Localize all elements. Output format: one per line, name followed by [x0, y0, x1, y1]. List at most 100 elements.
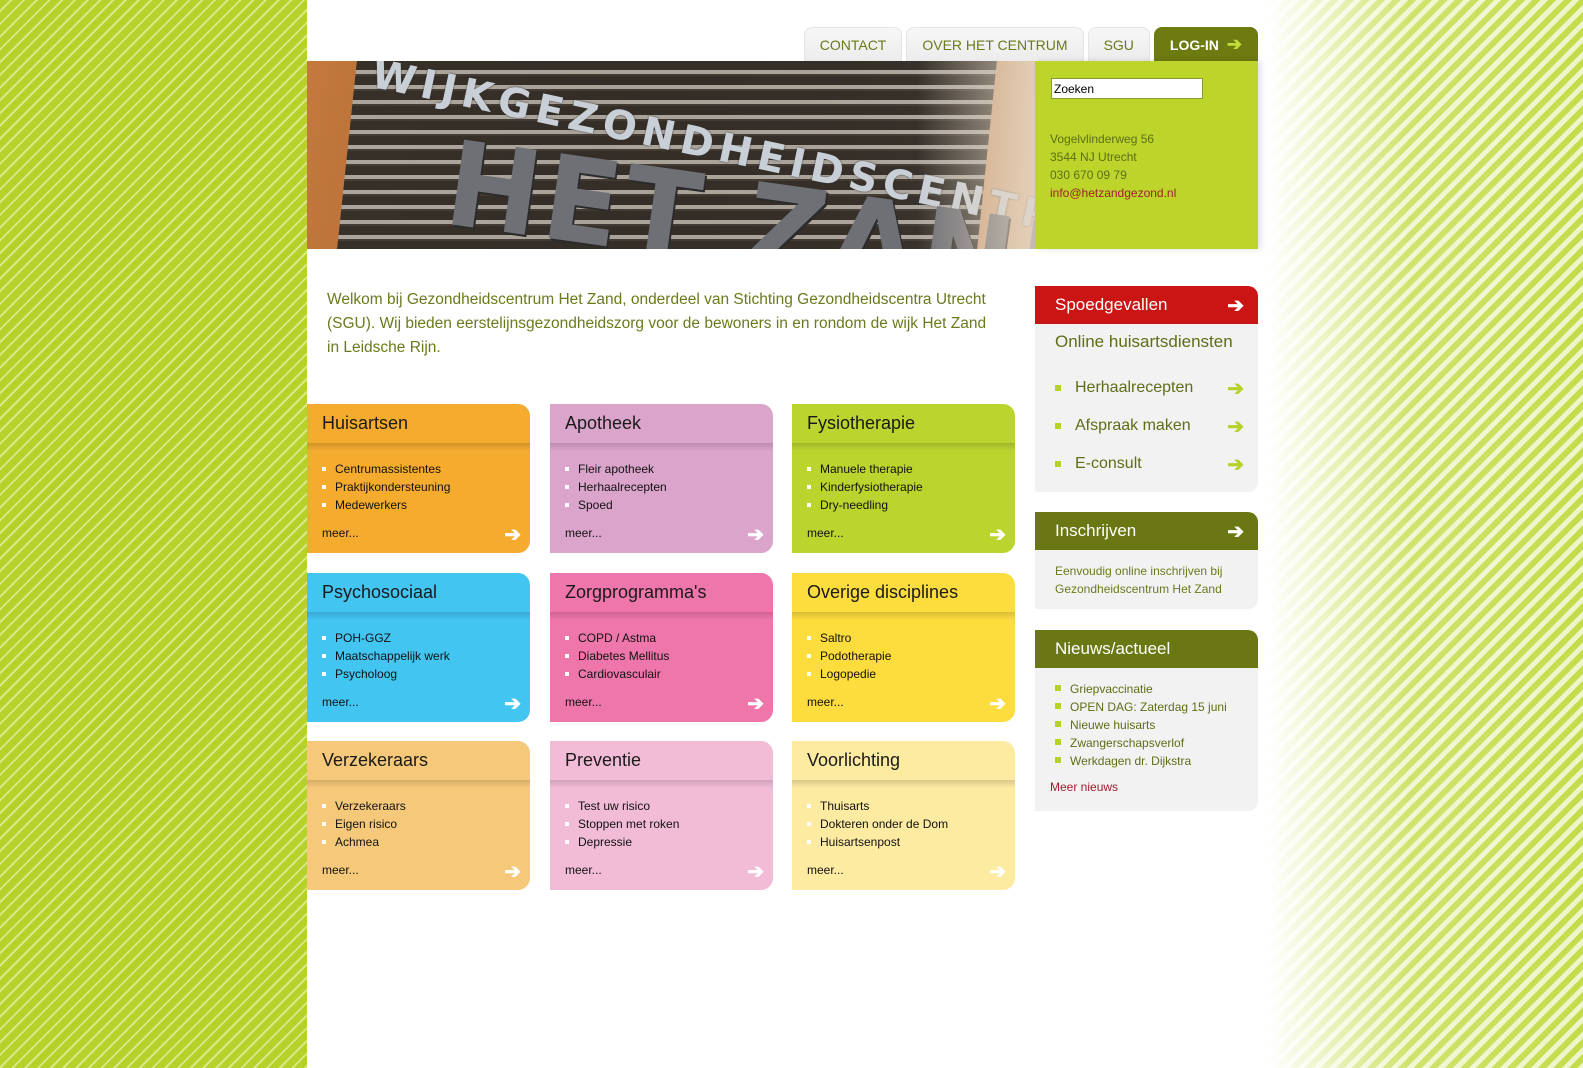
- nieuws-body: Griepvaccinatie OPEN DAG: Zaterdag 15 ju…: [1035, 668, 1258, 811]
- arrow-right-icon: ➔: [504, 693, 521, 715]
- meer-link[interactable]: meer...: [807, 863, 844, 877]
- tile-title: Apotheek: [550, 404, 773, 451]
- login-button[interactable]: LOG-IN ➔: [1153, 27, 1258, 61]
- meer-link[interactable]: meer...: [322, 526, 359, 540]
- tile-list-item[interactable]: Kinderfysiotherapie: [807, 478, 1015, 496]
- arrow-right-icon: ➔: [504, 524, 521, 546]
- nav-tab-sgu[interactable]: SGU: [1087, 27, 1150, 61]
- address-lines: Vogelvlinderweg 56 3544 NJ Utrecht 030 6…: [1050, 130, 1176, 202]
- meer-link[interactable]: meer...: [807, 695, 844, 709]
- email-link[interactable]: info@hetzandgezond.nl: [1050, 186, 1176, 200]
- tile-list: COPD / Astma Diabetes Mellitus Cardiovascu…: [565, 629, 773, 683]
- tile-list-item[interactable]: Maatschappelijk werk: [322, 647, 530, 665]
- tile-list-item[interactable]: Eigen risico: [322, 815, 530, 833]
- nieuws-item[interactable]: Nieuwe huisarts: [1050, 716, 1243, 734]
- top-navigation: CONTACT OVER HET CENTRUM SGU LOG-IN ➔: [800, 27, 1258, 61]
- online-services-panel: Online huisartsdiensten Herhaalrecepten …: [1035, 324, 1258, 492]
- tile-list-item[interactable]: Dokteren onder de Dom: [807, 815, 1015, 833]
- inschrijven-label: Inschrijven: [1055, 521, 1137, 540]
- tile-list: Test uw risico Stoppen met roken Depressie: [565, 797, 773, 851]
- tile-list-item[interactable]: Logopedie: [807, 665, 1015, 683]
- banner-fade: [917, 61, 1035, 249]
- tile-list-item[interactable]: Test uw risico: [565, 797, 773, 815]
- meer-link[interactable]: meer...: [322, 695, 359, 709]
- meer-link[interactable]: meer...: [322, 863, 359, 877]
- arrow-right-icon: ➔: [1227, 294, 1244, 317]
- bullet-square-icon: [1055, 461, 1061, 467]
- tile-list-item[interactable]: Centrumassistentes: [322, 460, 530, 478]
- spoedgevallen-button[interactable]: Spoedgevallen ➔: [1035, 286, 1258, 324]
- nav-tab-over-het-centrum[interactable]: OVER HET CENTRUM: [906, 27, 1084, 61]
- tile-list-item[interactable]: Saltro: [807, 629, 1015, 647]
- tile-list-item[interactable]: COPD / Astma: [565, 629, 773, 647]
- inschrijven-button[interactable]: Inschrijven ➔: [1035, 512, 1258, 550]
- arrow-right-icon: ➔: [989, 524, 1006, 546]
- tile-fysiotherapie[interactable]: Fysiotherapie Manuele therapie Kinderfysio…: [792, 404, 1015, 553]
- meer-link[interactable]: meer...: [565, 695, 602, 709]
- tile-list-item[interactable]: Spoed: [565, 496, 773, 514]
- tile-title: Fysiotherapie: [792, 404, 1015, 451]
- meer-link[interactable]: meer...: [807, 526, 844, 540]
- tile-title: Overige disciplines: [792, 573, 1015, 620]
- tile-list-item[interactable]: Psycholoog: [322, 665, 530, 683]
- tile-list-item[interactable]: Praktijkondersteuning: [322, 478, 530, 496]
- page-container: CONTACT OVER HET CENTRUM SGU LOG-IN ➔ WI…: [307, 0, 1268, 1068]
- tile-list: Centrumassistentes Praktijkondersteuning M…: [322, 460, 530, 514]
- tile-list-item[interactable]: Herhaalrecepten: [565, 478, 773, 496]
- tile-preventie[interactable]: Preventie Test uw risico Stoppen met roken…: [550, 741, 773, 890]
- tile-list: Saltro Podotherapie Logopedie: [807, 629, 1015, 683]
- tile-list-item[interactable]: Verzekeraars: [322, 797, 530, 815]
- tile-list-item[interactable]: Stoppen met roken: [565, 815, 773, 833]
- online-item-e-consult[interactable]: E-consult ➔: [1035, 445, 1258, 483]
- online-item-herhaalrecepten[interactable]: Herhaalrecepten ➔: [1035, 369, 1258, 407]
- online-item-label: Herhaalrecepten: [1075, 379, 1194, 396]
- login-label: LOG-IN: [1169, 36, 1219, 53]
- tile-list-item[interactable]: Thuisarts: [807, 797, 1015, 815]
- tile-voorlichting[interactable]: Voorlichting Thuisarts Dokteren onder de D…: [792, 741, 1015, 890]
- tile-title: Psychosociaal: [307, 573, 530, 620]
- nieuws-item[interactable]: OPEN DAG: Zaterdag 15 juni: [1050, 698, 1243, 716]
- tile-list: Fleir apotheek Herhaalrecepten Spoed: [565, 460, 773, 514]
- nieuws-item[interactable]: Zwangerschapsverlof: [1050, 734, 1243, 752]
- tile-list-item[interactable]: Depressie: [565, 833, 773, 851]
- tile-list-item[interactable]: Dry-needling: [807, 496, 1015, 514]
- nieuws-panel: Nieuws/actueel Griepvaccinatie OPEN DAG:…: [1035, 630, 1258, 811]
- tile-psychosociaal[interactable]: Psychosociaal POH-GGZ Maatschappelijk werk…: [307, 573, 530, 722]
- tile-list-item[interactable]: Fleir apotheek: [565, 460, 773, 478]
- tile-list: Verzekeraars Eigen risico Achmea: [322, 797, 530, 851]
- meer-link[interactable]: meer...: [565, 863, 602, 877]
- arrow-right-icon: ➔: [1227, 415, 1244, 438]
- meer-nieuws-link[interactable]: Meer nieuws: [1050, 780, 1243, 794]
- intro-text: Welkom bij Gezondheidscentrum Het Zand, …: [327, 291, 987, 356]
- arrow-right-icon: ➔: [1227, 453, 1244, 476]
- tile-list-item[interactable]: Podotherapie: [807, 647, 1015, 665]
- tile-list-item[interactable]: Diabetes Mellitus: [565, 647, 773, 665]
- nav-tab-contact[interactable]: CONTACT: [803, 27, 903, 61]
- tile-list-item[interactable]: Achmea: [322, 833, 530, 851]
- arrow-right-icon: ➔: [747, 861, 764, 883]
- tile-apotheek[interactable]: Apotheek Fleir apotheek Herhaalrecepten Spo…: [550, 404, 773, 553]
- search-input[interactable]: [1051, 78, 1203, 99]
- nieuws-item[interactable]: Griepvaccinatie: [1050, 680, 1243, 698]
- tile-list-item[interactable]: Medewerkers: [322, 496, 530, 514]
- nieuws-list: Griepvaccinatie OPEN DAG: Zaterdag 15 ju…: [1050, 680, 1243, 770]
- tile-zorgprogramma-s[interactable]: Zorgprogramma's COPD / Astma Diabetes Mell…: [550, 573, 773, 722]
- tile-verzekeraars[interactable]: Verzekeraars Verzekeraars Eigen risico Achm…: [307, 741, 530, 890]
- inschrijven-text: Eenvoudig online inschrijven bij Gezondh…: [1035, 550, 1258, 609]
- tile-list-item[interactable]: Manuele therapie: [807, 460, 1015, 478]
- online-item-afspraak-maken[interactable]: Afspraak maken ➔: [1035, 407, 1258, 445]
- nieuws-item[interactable]: Werkdagen dr. Dijkstra: [1050, 752, 1243, 770]
- online-item-label: Afspraak maken: [1075, 417, 1191, 434]
- inschrijven-panel: Inschrijven ➔ Eenvoudig online inschrijv…: [1035, 512, 1258, 609]
- background-pattern-right: [1268, 0, 1583, 1068]
- tile-huisartsen[interactable]: Huisartsen Centrumassistentes Praktijkonde…: [307, 404, 530, 553]
- tile-list-item[interactable]: Huisartsenpost: [807, 833, 1015, 851]
- tile-list-item[interactable]: Cardiovasculair: [565, 665, 773, 683]
- meer-link[interactable]: meer...: [565, 526, 602, 540]
- tile-list-item[interactable]: POH-GGZ: [322, 629, 530, 647]
- tile-overige-disciplines[interactable]: Overige disciplines Saltro Podotherapie Log…: [792, 573, 1015, 722]
- nieuws-header: Nieuws/actueel: [1035, 630, 1258, 668]
- arrow-right-icon: ➔: [989, 861, 1006, 883]
- bullet-square-icon: [1055, 423, 1061, 429]
- tile-list: POH-GGZ Maatschappelijk werk Psycholoog: [322, 629, 530, 683]
